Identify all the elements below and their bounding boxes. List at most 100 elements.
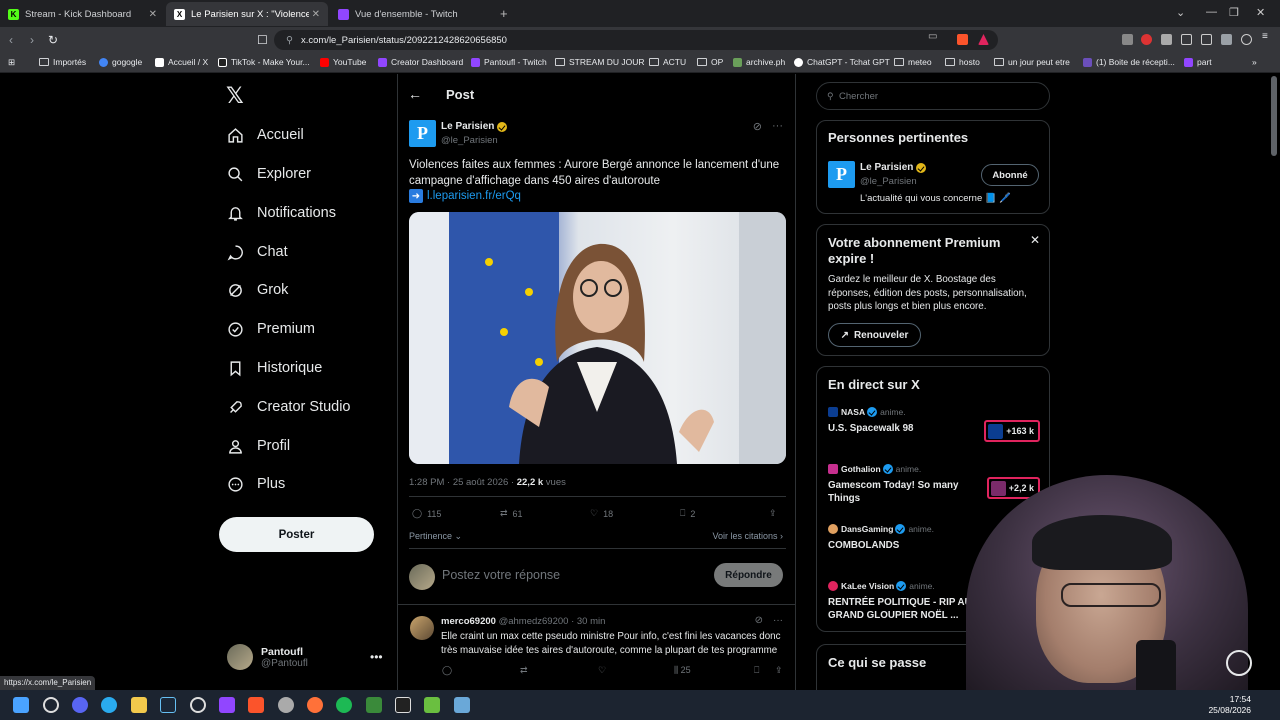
post-image[interactable] bbox=[409, 212, 786, 464]
reply-sort-dropdown[interactable]: Pertinence ⌄ bbox=[409, 531, 462, 542]
x-logo-icon[interactable]: 𝕏 bbox=[226, 84, 244, 109]
spotify-icon[interactable] bbox=[336, 697, 352, 713]
reply-count-button[interactable]: ◯ 115 bbox=[412, 508, 441, 519]
forward-icon[interactable]: › bbox=[30, 33, 34, 47]
obs-icon[interactable] bbox=[190, 697, 206, 713]
nav-notifications[interactable]: Notifications bbox=[226, 198, 336, 228]
extensions-puzzle-icon[interactable] bbox=[1161, 34, 1172, 45]
bookmark-page-icon[interactable]: ☐ bbox=[257, 33, 268, 47]
search-icon[interactable] bbox=[43, 697, 59, 713]
share-icon[interactable]: ⇪ bbox=[775, 665, 783, 676]
app-icon[interactable] bbox=[366, 697, 382, 713]
menu-icon[interactable]: ≡ bbox=[1262, 31, 1268, 42]
live-item[interactable]: NASA anime. U.S. Spacewalk 98 +163 k bbox=[828, 407, 1040, 442]
bookmark-item[interactable]: part bbox=[1184, 57, 1212, 67]
page-scrollbar[interactable] bbox=[1271, 76, 1277, 156]
bookmark-item[interactable]: hosto bbox=[945, 57, 980, 67]
bookmark-item[interactable]: OP bbox=[697, 57, 723, 67]
minecraft-icon[interactable] bbox=[424, 697, 440, 713]
avatar[interactable]: P bbox=[409, 120, 436, 147]
bookmark-item[interactable]: (1) Boite de récepti... bbox=[1083, 57, 1175, 67]
site-info-icon[interactable]: ⚲ bbox=[286, 35, 293, 46]
calculator-icon[interactable] bbox=[454, 697, 470, 713]
share-icon[interactable]: ⇪ bbox=[769, 508, 777, 519]
more-dots-icon[interactable]: ··· bbox=[772, 120, 783, 133]
twitch-icon[interactable] bbox=[219, 697, 235, 713]
clock[interactable]: 17:54 25/08/2026 bbox=[1208, 694, 1251, 716]
author-handle[interactable]: @le_Parisien bbox=[441, 135, 498, 146]
bookmark-item[interactable]: Creator Dashboard bbox=[378, 57, 463, 67]
bookmark-item[interactable]: YouTube bbox=[320, 57, 366, 67]
close-tab-icon[interactable]: ✕ bbox=[312, 9, 320, 20]
extension-icon[interactable] bbox=[1122, 34, 1133, 45]
bookmark-icon[interactable]: ⎕ bbox=[754, 665, 759, 676]
vpn-icon[interactable] bbox=[1241, 34, 1252, 45]
reply-input[interactable]: Postez votre réponse bbox=[442, 568, 560, 582]
nav-bookmarks[interactable]: Historique bbox=[226, 353, 322, 383]
like-count-button[interactable]: ♡ 18 bbox=[590, 508, 613, 519]
nav-more[interactable]: Plus bbox=[226, 469, 285, 499]
apps-icon[interactable]: ⊞ bbox=[8, 57, 15, 68]
chevron-down-icon[interactable]: ⌄ bbox=[1176, 6, 1185, 19]
more-dots-icon[interactable]: ··· bbox=[773, 615, 783, 626]
back-arrow-icon[interactable]: ← bbox=[408, 86, 422, 102]
nav-creator-studio[interactable]: Creator Studio bbox=[226, 392, 351, 422]
windows-start-icon[interactable] bbox=[13, 697, 29, 713]
discord-icon[interactable] bbox=[72, 697, 88, 713]
nav-grok[interactable]: Grok bbox=[226, 275, 288, 305]
new-tab-icon[interactable]: + bbox=[500, 6, 508, 21]
reply-button[interactable]: Répondre bbox=[714, 563, 783, 587]
reload-icon[interactable]: ↻ bbox=[48, 33, 58, 47]
grok-chat-bubble-icon[interactable] bbox=[1226, 650, 1252, 676]
repost-icon[interactable]: ⇄ bbox=[520, 665, 528, 676]
more-bookmarks-icon[interactable]: » bbox=[1252, 57, 1257, 67]
wallet-icon[interactable] bbox=[1201, 34, 1212, 45]
tab-x-post[interactable]: X Le Parisien sur X : "Violences fait...… bbox=[166, 2, 328, 26]
author-name[interactable]: Le Parisien bbox=[441, 121, 508, 132]
nav-explore[interactable]: Explorer bbox=[226, 159, 311, 189]
live-item[interactable]: Gothalion anime. Gamescom Today! So many … bbox=[828, 464, 1040, 505]
tab-twitch[interactable]: Vue d'ensemble - Twitch bbox=[330, 2, 495, 26]
app-icon[interactable] bbox=[278, 697, 294, 713]
minimize-icon[interactable]: — bbox=[1206, 6, 1217, 18]
more-dots-icon[interactable]: ••• bbox=[370, 650, 383, 664]
back-icon[interactable]: ‹ bbox=[9, 33, 13, 47]
nav-home[interactable]: Accueil bbox=[226, 120, 304, 150]
close-tab-icon[interactable]: ✕ bbox=[149, 9, 157, 20]
view-quotes-link[interactable]: Voir les citations › bbox=[712, 531, 783, 541]
bookmark-item[interactable]: gogogle bbox=[99, 57, 142, 67]
nav-profile[interactable]: Profil bbox=[226, 431, 290, 461]
reply-icon[interactable]: ◯ bbox=[442, 665, 452, 676]
extension-icon[interactable] bbox=[1141, 34, 1152, 45]
bookmark-item[interactable]: Importés bbox=[39, 57, 86, 67]
tab-kick[interactable]: K Stream - Kick Dashboard ✕ bbox=[0, 2, 165, 26]
bookmark-item[interactable]: Accueil / X bbox=[155, 57, 208, 67]
account-switcher[interactable]: Pantoufl @Pantoufl bbox=[227, 644, 308, 670]
grok-icon[interactable]: ⊘ bbox=[753, 120, 762, 133]
heart-icon[interactable]: ♡ bbox=[598, 665, 606, 676]
bookmark-count-button[interactable]: ⎕ 2 bbox=[680, 508, 695, 519]
following-button[interactable]: Abonné bbox=[981, 164, 1039, 186]
leo-icon[interactable] bbox=[1221, 34, 1232, 45]
close-icon[interactable]: ✕ bbox=[1030, 233, 1040, 247]
relevant-name[interactable]: Le Parisien bbox=[860, 162, 927, 173]
renew-button[interactable]: ↗ Renouveler bbox=[828, 323, 921, 347]
bookmark-item[interactable]: archive.ph bbox=[733, 57, 785, 67]
bookmark-item[interactable]: ACTU bbox=[649, 57, 686, 67]
bookmark-item[interactable]: Pantoufl - Twitch bbox=[471, 57, 547, 67]
x-icon[interactable] bbox=[395, 697, 411, 713]
search-input[interactable]: ⚲ Chercher bbox=[816, 82, 1050, 110]
grok-icon[interactable]: ⊘ bbox=[755, 615, 763, 626]
url-input[interactable]: ⚲ x.com/le_Parisien/status/2092212428620… bbox=[274, 30, 998, 50]
sidebar-icon[interactable] bbox=[1181, 34, 1192, 45]
restore-icon[interactable]: ❐ bbox=[1229, 6, 1239, 19]
avatar[interactable]: P bbox=[828, 161, 855, 188]
telegram-icon[interactable] bbox=[101, 697, 117, 713]
bookmark-item[interactable]: STREAM DU JOUR bbox=[555, 57, 645, 67]
avatar[interactable] bbox=[410, 616, 434, 640]
brave-shield-icon[interactable] bbox=[957, 34, 968, 45]
repost-count-button[interactable]: ⇄ 61 bbox=[500, 508, 523, 519]
firefox-icon[interactable] bbox=[307, 697, 323, 713]
bookmark-item[interactable]: TikTok - Make Your... bbox=[218, 57, 310, 67]
post-link[interactable]: ➜ l.leparisien.fr/erQq bbox=[409, 189, 521, 203]
